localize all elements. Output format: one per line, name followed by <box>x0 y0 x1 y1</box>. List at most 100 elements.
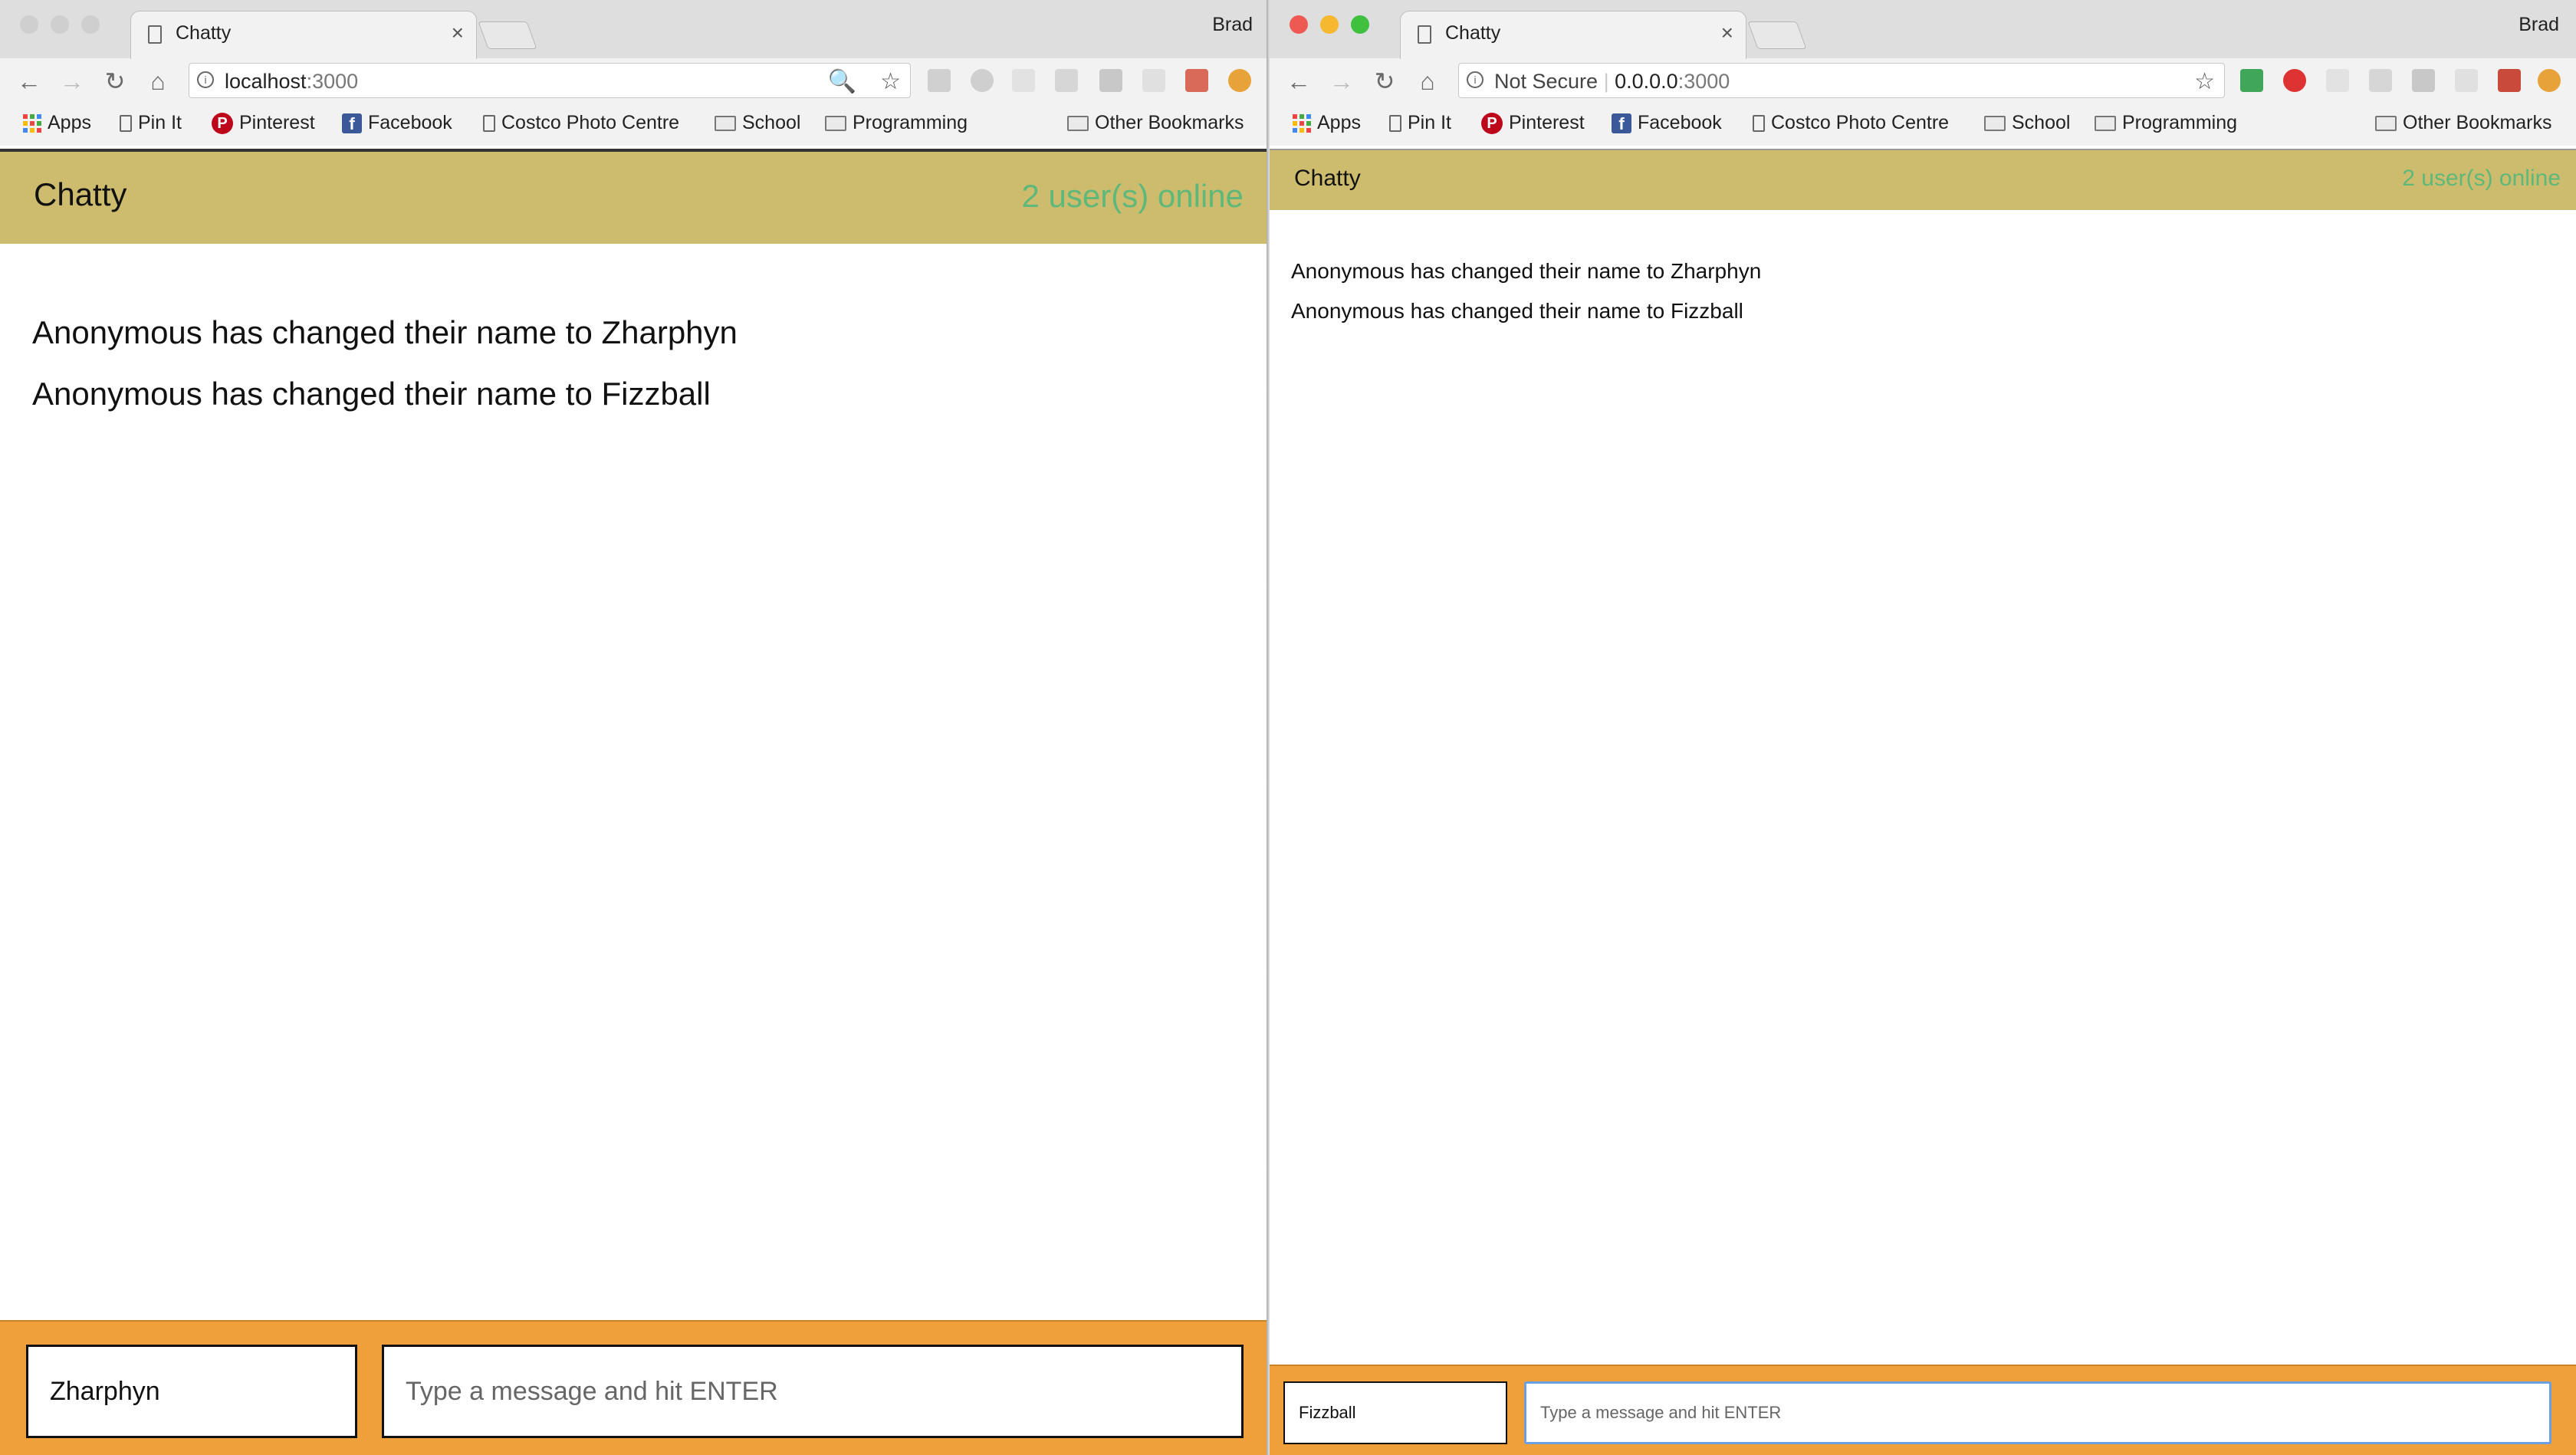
extension-icon[interactable] <box>2498 69 2521 92</box>
message-input[interactable] <box>382 1345 1244 1438</box>
folder-icon <box>715 115 736 131</box>
info-icon[interactable]: i <box>197 71 214 88</box>
app-navbar: Chatty 2 user(s) online <box>0 149 1270 244</box>
facebook-icon: f <box>342 113 362 133</box>
message-input[interactable] <box>1524 1381 2551 1444</box>
url-text: Not Secure | 0.0.0.0:3000 <box>1494 70 1730 93</box>
extension-icon[interactable] <box>928 69 951 92</box>
adblock-icon[interactable] <box>971 69 994 92</box>
extension-icon[interactable] <box>2412 69 2435 92</box>
tab-strip: Chatty × Brad <box>0 0 1270 59</box>
bookmark-pinterest[interactable]: P Pinterest <box>1481 112 1585 134</box>
forward-arrow-icon[interactable]: → <box>1326 66 1357 97</box>
bookmark-pinterest[interactable]: P Pinterest <box>212 112 315 134</box>
brand-title[interactable]: Chatty <box>1294 166 1361 192</box>
profile-name[interactable]: Brad <box>2518 14 2559 36</box>
brand-title[interactable]: Chatty <box>34 176 127 213</box>
apps-grid-icon <box>1293 113 1311 133</box>
page-icon <box>1753 114 1765 132</box>
tab-chatty[interactable]: Chatty × <box>1400 11 1746 59</box>
extension-icon[interactable] <box>2369 69 2392 92</box>
tab-close-icon[interactable]: × <box>452 21 464 45</box>
bookmark-star-icon[interactable]: ☆ <box>2194 68 2215 95</box>
folder-icon <box>1984 115 2006 131</box>
info-icon[interactable]: i <box>1467 71 1484 88</box>
bookmark-programming[interactable]: Programming <box>825 112 968 134</box>
home-icon[interactable]: ⌂ <box>1412 66 1443 97</box>
apps-grid-icon <box>23 113 41 133</box>
close-window-button[interactable] <box>20 15 38 34</box>
extension-icon[interactable] <box>1142 69 1165 92</box>
bookmark-facebook[interactable]: f Facebook <box>1612 112 1722 134</box>
extension-icon[interactable] <box>1055 69 1078 92</box>
back-arrow-icon[interactable]: ← <box>1283 66 1314 97</box>
username-input[interactable] <box>26 1345 357 1438</box>
tab-chatty[interactable]: Chatty × <box>130 11 477 59</box>
online-count: 2 user(s) online <box>1021 178 1244 214</box>
extension-icon[interactable] <box>2538 69 2561 92</box>
browser-toolbar: ← → ↻ ⌂ i Not Secure | 0.0.0.0:3000 ☆ <box>1270 58 2576 104</box>
extension-icon[interactable] <box>1012 69 1035 92</box>
bookmark-costco[interactable]: Costco Photo Centre <box>483 112 679 134</box>
profile-name[interactable]: Brad <box>1212 14 1253 36</box>
facebook-icon: f <box>1612 113 1631 133</box>
new-tab-button[interactable] <box>1747 21 1807 49</box>
extension-icon[interactable] <box>1185 69 1208 92</box>
url-text: localhost:3000 <box>225 70 359 93</box>
bookmark-costco[interactable]: Costco Photo Centre <box>1753 112 1949 134</box>
bookmark-pin-it[interactable]: Pin It <box>120 112 182 134</box>
home-icon[interactable]: ⌂ <box>143 66 173 97</box>
page-icon <box>1389 114 1401 132</box>
bookmark-programming[interactable]: Programming <box>2095 112 2237 134</box>
system-message: Anonymous has changed their name to Fizz… <box>1291 299 1743 323</box>
folder-icon <box>2095 115 2116 131</box>
zoom-window-button[interactable] <box>81 15 100 34</box>
page-icon <box>483 114 495 132</box>
address-bar[interactable]: i localhost:3000 🔍 ☆ <box>189 63 911 98</box>
bookmark-school[interactable]: School <box>715 112 800 134</box>
bookmark-apps[interactable]: Apps <box>1293 112 1361 134</box>
message-list: Anonymous has changed their name to Zhar… <box>1270 209 2576 1363</box>
address-bar[interactable]: i Not Secure | 0.0.0.0:3000 ☆ <box>1458 63 2225 98</box>
close-window-button[interactable] <box>1290 15 1308 34</box>
extension-icon[interactable] <box>1228 69 1251 92</box>
tab-close-icon[interactable]: × <box>1721 21 1733 45</box>
bookmark-facebook[interactable]: f Facebook <box>342 112 452 134</box>
bookmark-other[interactable]: Other Bookmarks <box>1067 112 1244 134</box>
new-tab-button[interactable] <box>478 21 537 49</box>
chatbar <box>0 1320 1270 1455</box>
extension-icon[interactable] <box>2326 69 2349 92</box>
folder-icon <box>825 115 846 131</box>
bookmarks-bar: Apps Pin It P Pinterest f Facebook Costc… <box>0 106 1270 141</box>
back-arrow-icon[interactable]: ← <box>14 66 44 97</box>
system-message: Anonymous has changed their name to Zhar… <box>32 314 738 350</box>
minimize-window-button[interactable] <box>1320 15 1339 34</box>
extension-icon[interactable] <box>1099 69 1122 92</box>
tab-title: Chatty <box>176 22 232 44</box>
bookmark-pin-it[interactable]: Pin It <box>1389 112 1451 134</box>
reload-icon[interactable]: ↻ <box>100 66 130 97</box>
reload-icon[interactable]: ↻ <box>1369 66 1400 97</box>
username-input[interactable] <box>1283 1381 1507 1444</box>
pinterest-icon: P <box>1481 112 1503 134</box>
bookmark-other[interactable]: Other Bookmarks <box>2375 112 2552 134</box>
minimize-window-button[interactable] <box>51 15 69 34</box>
browser-toolbar: ← → ↻ ⌂ i localhost:3000 🔍 ☆ <box>0 58 1270 104</box>
browser-chrome: Chatty × Brad ← → ↻ ⌂ i Not Secure | 0.0… <box>1270 0 2576 146</box>
extension-icon[interactable] <box>2455 69 2478 92</box>
page-icon <box>1418 25 1431 44</box>
extension-icon[interactable] <box>2240 69 2263 92</box>
zoom-magnifier-icon[interactable]: 🔍 <box>828 68 856 95</box>
bookmark-school[interactable]: School <box>1984 112 2070 134</box>
forward-arrow-icon[interactable]: → <box>57 66 87 97</box>
folder-icon <box>1067 115 1089 131</box>
page-icon <box>120 114 132 132</box>
system-message: Anonymous has changed their name to Zhar… <box>1291 259 1762 283</box>
folder-icon <box>2375 115 2397 131</box>
chatbar <box>1270 1365 2576 1455</box>
zoom-window-button[interactable] <box>1351 15 1369 34</box>
tab-title: Chatty <box>1445 22 1501 44</box>
bookmark-star-icon[interactable]: ☆ <box>880 68 901 95</box>
adblock-icon[interactable] <box>2283 69 2306 92</box>
bookmark-apps[interactable]: Apps <box>23 112 91 134</box>
